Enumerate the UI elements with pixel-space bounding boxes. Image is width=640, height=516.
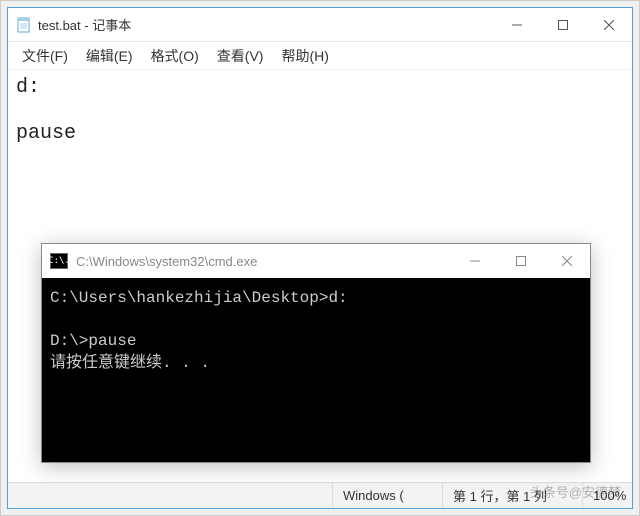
maximize-button[interactable] — [540, 8, 586, 42]
cmd-close-button[interactable] — [544, 244, 590, 278]
notepad-icon — [16, 17, 32, 33]
menu-format[interactable]: 格式(O) — [143, 43, 207, 69]
notepad-statusbar: Windows ( 第 1 行，第 1 列 100% — [8, 482, 632, 508]
cmd-output[interactable]: C:\Users\hankezhijia\Desktop>d: D:\>paus… — [42, 278, 590, 462]
minimize-button[interactable] — [494, 8, 540, 42]
cmd-window-controls — [452, 244, 590, 278]
status-position: 第 1 行，第 1 列 — [442, 483, 582, 508]
cmd-title: C:\Windows\system32\cmd.exe — [76, 254, 257, 269]
cmd-minimize-button[interactable] — [452, 244, 498, 278]
cmd-titlebar[interactable]: C:\. C:\Windows\system32\cmd.exe — [42, 244, 590, 278]
notepad-titlebar[interactable]: test.bat - 记事本 — [8, 8, 632, 42]
notepad-menubar: 文件(F) 编辑(E) 格式(O) 查看(V) 帮助(H) — [8, 42, 632, 70]
menu-file[interactable]: 文件(F) — [14, 43, 76, 69]
cmd-window: C:\. C:\Windows\system32\cmd.exe C:\User… — [41, 243, 591, 463]
menu-edit[interactable]: 编辑(E) — [78, 43, 141, 69]
cmd-maximize-button[interactable] — [498, 244, 544, 278]
notepad-title: test.bat - 记事本 — [38, 15, 131, 34]
status-zoom: 100% — [582, 483, 632, 508]
close-button[interactable] — [586, 8, 632, 42]
status-os: Windows ( — [332, 483, 442, 508]
window-controls — [494, 8, 632, 41]
cmd-icon: C:\. — [50, 253, 68, 269]
menu-help[interactable]: 帮助(H) — [273, 43, 336, 69]
menu-view[interactable]: 查看(V) — [209, 43, 272, 69]
